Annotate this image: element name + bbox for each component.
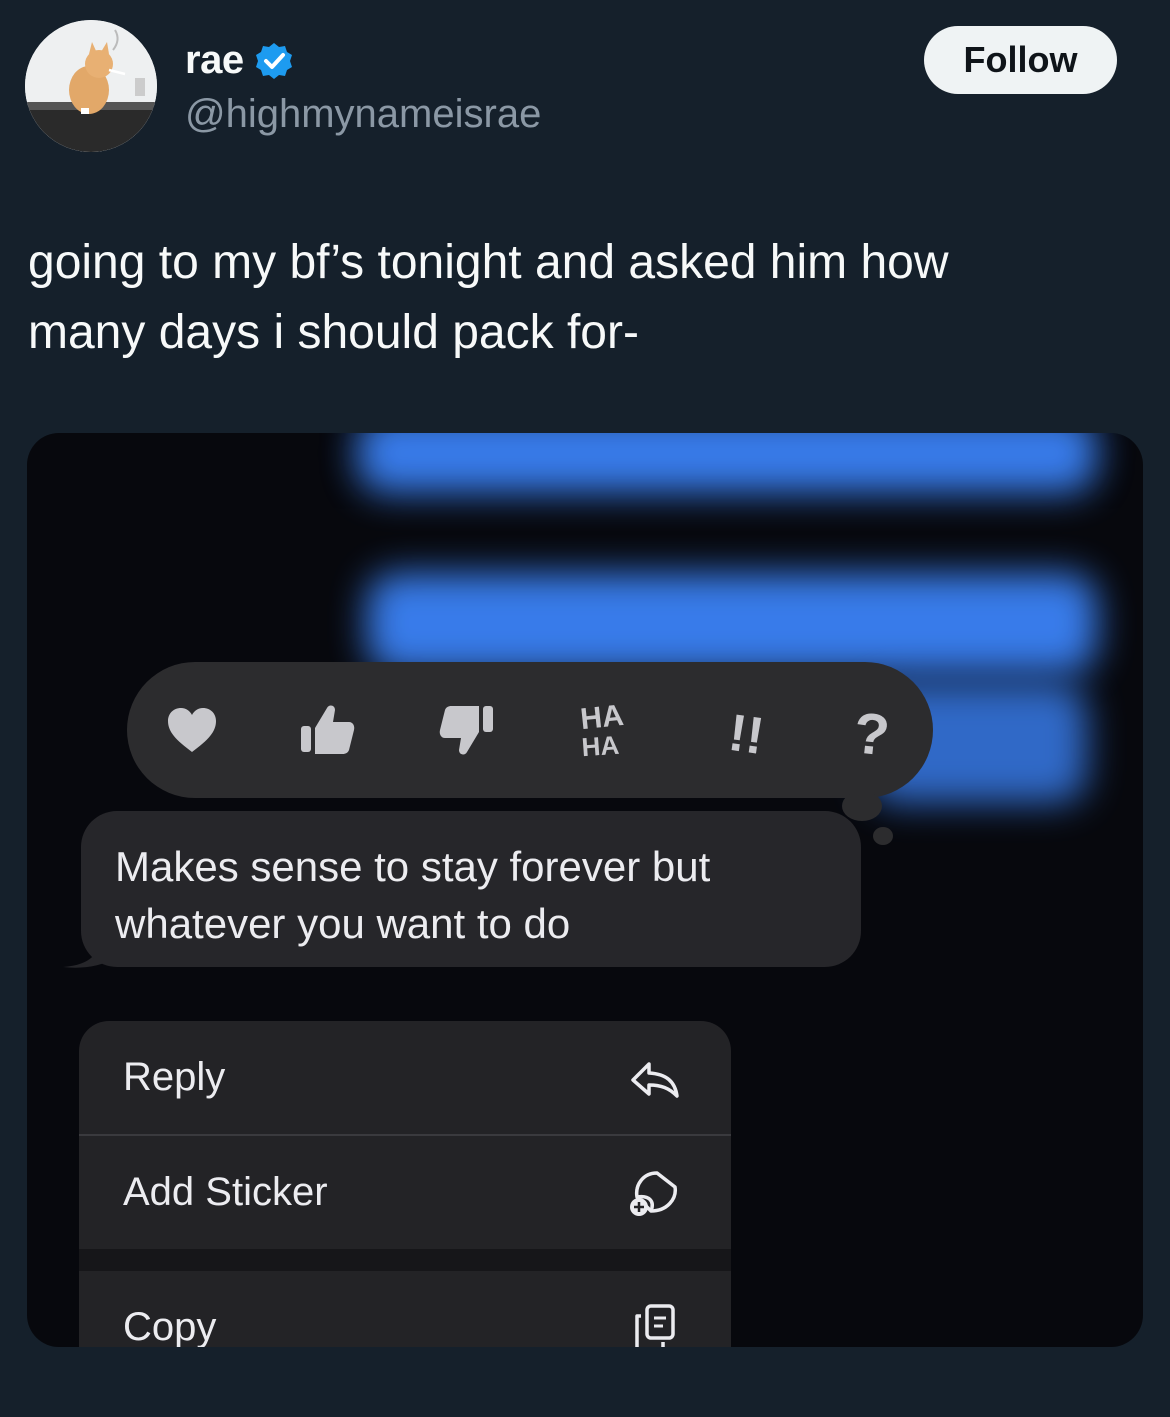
tapback-exclamation[interactable]: !! bbox=[712, 662, 782, 798]
heart-icon bbox=[168, 708, 216, 752]
tapback-heart[interactable] bbox=[157, 662, 227, 798]
question-icon: ? bbox=[851, 700, 893, 762]
exclamation-icon: !! bbox=[725, 704, 767, 760]
avatar[interactable] bbox=[25, 20, 157, 152]
blurred-message-bubble bbox=[357, 433, 1097, 493]
menu-item-reply[interactable]: Reply bbox=[79, 1021, 731, 1134]
svg-text:HA: HA bbox=[581, 730, 621, 763]
menu-item-label: Add Sticker bbox=[123, 1170, 328, 1214]
svg-text:!!: !! bbox=[725, 704, 767, 760]
menu-item-copy[interactable]: Copy bbox=[79, 1271, 731, 1347]
menu-item-add-sticker[interactable]: Add Sticker bbox=[79, 1136, 731, 1249]
verified-badge-icon bbox=[255, 42, 292, 79]
menu-item-label: Copy bbox=[123, 1305, 217, 1347]
copy-icon bbox=[635, 1303, 675, 1347]
tapback-tail bbox=[842, 791, 882, 821]
add-sticker-icon bbox=[630, 1170, 677, 1216]
svg-text:?: ? bbox=[851, 700, 893, 762]
follow-button[interactable]: Follow bbox=[924, 26, 1117, 94]
thumbs-down-icon bbox=[439, 706, 493, 755]
tapback-bar: HA HA !! ? bbox=[127, 662, 933, 798]
tapback-thumbs-down[interactable] bbox=[432, 662, 502, 798]
blurred-message-bubble bbox=[367, 573, 1097, 673]
cat-avatar-icon bbox=[25, 20, 157, 152]
display-name[interactable]: rae bbox=[185, 38, 244, 83]
message-text: Makes sense to stay forever but whatever… bbox=[115, 843, 711, 947]
context-menu: Reply Add Sticker Copy bbox=[79, 1021, 731, 1347]
reply-icon bbox=[631, 1061, 679, 1098]
tapback-haha[interactable]: HA HA bbox=[563, 662, 643, 798]
tapback-thumbs-up[interactable] bbox=[292, 662, 362, 798]
haha-icon: HA HA bbox=[579, 699, 626, 763]
author-name-row[interactable]: rae bbox=[185, 38, 294, 83]
tweet-media-image[interactable]: HA HA !! ? Makes sense to stay forever b… bbox=[27, 433, 1143, 1347]
tweet-text: going to my bf’s tonight and asked him h… bbox=[28, 236, 949, 359]
menu-group-separator bbox=[79, 1249, 731, 1271]
thumbs-up-icon bbox=[301, 705, 355, 754]
tapback-question[interactable]: ? bbox=[837, 662, 907, 798]
author-handle[interactable]: @highmynameisrae bbox=[185, 92, 541, 137]
tapback-tail-dot bbox=[873, 827, 893, 845]
menu-item-label: Reply bbox=[123, 1055, 226, 1099]
